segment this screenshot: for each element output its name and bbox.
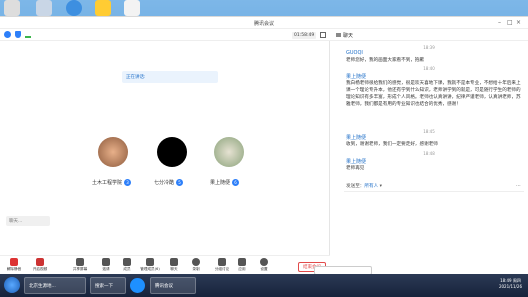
more-options-icon[interactable]: ⋯: [516, 183, 521, 189]
chat-panel: 聊天 18:39 GUOQI 老师您好，我的画面大家看不到，抱歉 18:40 果…: [330, 29, 528, 275]
camera-icon: [36, 258, 44, 266]
message-text: 我白杨老师很给我们的感觉，很是欢天喜地下课，我就不是本专业，不想给十年后来上课一…: [346, 81, 521, 107]
apps-icon: [238, 258, 246, 266]
manage-icon: [146, 258, 154, 266]
message-time: 18:40: [423, 66, 435, 71]
send-to-selector[interactable]: 发送至：所有人 ▾: [346, 183, 382, 189]
message-text: 收到，谢谢老师，我们一定要走好，感谢老师: [346, 142, 438, 147]
participant-avatar[interactable]: [157, 137, 187, 167]
participant-badge: 3: [124, 179, 132, 186]
desktop-icon[interactable]: [124, 0, 140, 16]
meeting-info-bar: 01:58:49: [0, 29, 330, 41]
taskbar-item[interactable]: 腾讯会议: [150, 277, 196, 294]
participant-name: 果上随便 6: [210, 179, 240, 186]
taskbar: 北京生源地... 搜索一下 腾讯会议 18:49 周四 2021/11/26: [0, 274, 528, 297]
microphone-icon: [10, 258, 18, 266]
maximize-icon[interactable]: □: [507, 19, 513, 26]
participant-badge: 6: [232, 179, 240, 186]
chat-preview[interactable]: 聊天...: [6, 216, 50, 226]
desktop-icon[interactable]: [4, 0, 20, 16]
chat-icon: [170, 258, 178, 266]
video-button[interactable]: 开启视频: [26, 258, 54, 272]
start-button[interactable]: [4, 277, 20, 293]
participant-badge: 5: [176, 179, 184, 186]
shield-icon[interactable]: [15, 31, 21, 38]
clock[interactable]: 18:49 周四 2021/11/26: [499, 278, 522, 290]
participant-name: 七分冷酷 5: [154, 179, 184, 186]
taskbar-item[interactable]: 北京生源地...: [24, 277, 86, 294]
chat-icon: [336, 33, 341, 37]
meeting-window: 腾讯会议 – □ × 01:58:49 正在讲话: 土木工程学院 3 七分冷酷 5 …: [0, 16, 528, 275]
message-sender: GUOQI: [346, 50, 363, 56]
minimize-icon[interactable]: –: [498, 19, 501, 26]
breakout-icon: [218, 258, 226, 266]
speaking-indicator: 正在讲话:: [122, 71, 218, 83]
settings-button[interactable]: 设置: [250, 258, 278, 272]
message-text: 老师您好，我的画面大家看不到，抱歉: [346, 58, 425, 63]
close-icon[interactable]: ×: [516, 19, 521, 26]
fullscreen-icon[interactable]: [320, 32, 326, 38]
desktop-icon[interactable]: [95, 0, 111, 16]
message-time: 18:48: [423, 151, 435, 156]
share-screen-button[interactable]: 共享屏幕: [66, 258, 94, 272]
message-sender: 果上随便: [346, 159, 367, 165]
unmute-button[interactable]: 解除静音: [0, 258, 28, 272]
signal-icon: [25, 32, 31, 38]
window-title: 腾讯会议: [253, 21, 274, 27]
participant-name: 土木工程学院 3: [92, 179, 132, 186]
participant-avatar[interactable]: [98, 137, 128, 167]
chat-header: 聊天: [330, 29, 528, 41]
app-icon[interactable]: [130, 278, 145, 293]
meeting-toolbar: 解除静音 开启视频 共享屏幕 邀请 成员 管理成员(6) 聊天 录制 分组讨论 …: [0, 255, 330, 275]
members-icon: [123, 258, 131, 266]
meeting-timer: 01:58:49: [292, 32, 317, 39]
share-icon: [76, 258, 84, 266]
record-button[interactable]: 录制: [182, 258, 210, 272]
participant-avatar[interactable]: [214, 137, 244, 167]
video-area: 正在讲话: 土木工程学院 3 七分冷酷 5 果上随便 6 聊天...: [0, 41, 330, 255]
title-bar: 腾讯会议 – □ ×: [0, 17, 528, 29]
record-icon: [192, 258, 200, 266]
message-sender: 果上随便: [346, 135, 367, 141]
info-icon[interactable]: [4, 31, 11, 38]
desktop-icon[interactable]: [36, 0, 52, 16]
taskbar-item[interactable]: 搜索一下: [90, 277, 126, 294]
message-text: 老师再见: [346, 166, 365, 171]
invite-icon: [102, 258, 110, 266]
message-sender: 果上随便: [346, 74, 367, 80]
desktop-icon[interactable]: [66, 0, 82, 16]
chat-input[interactable]: [344, 191, 524, 261]
gear-icon: [260, 258, 268, 266]
